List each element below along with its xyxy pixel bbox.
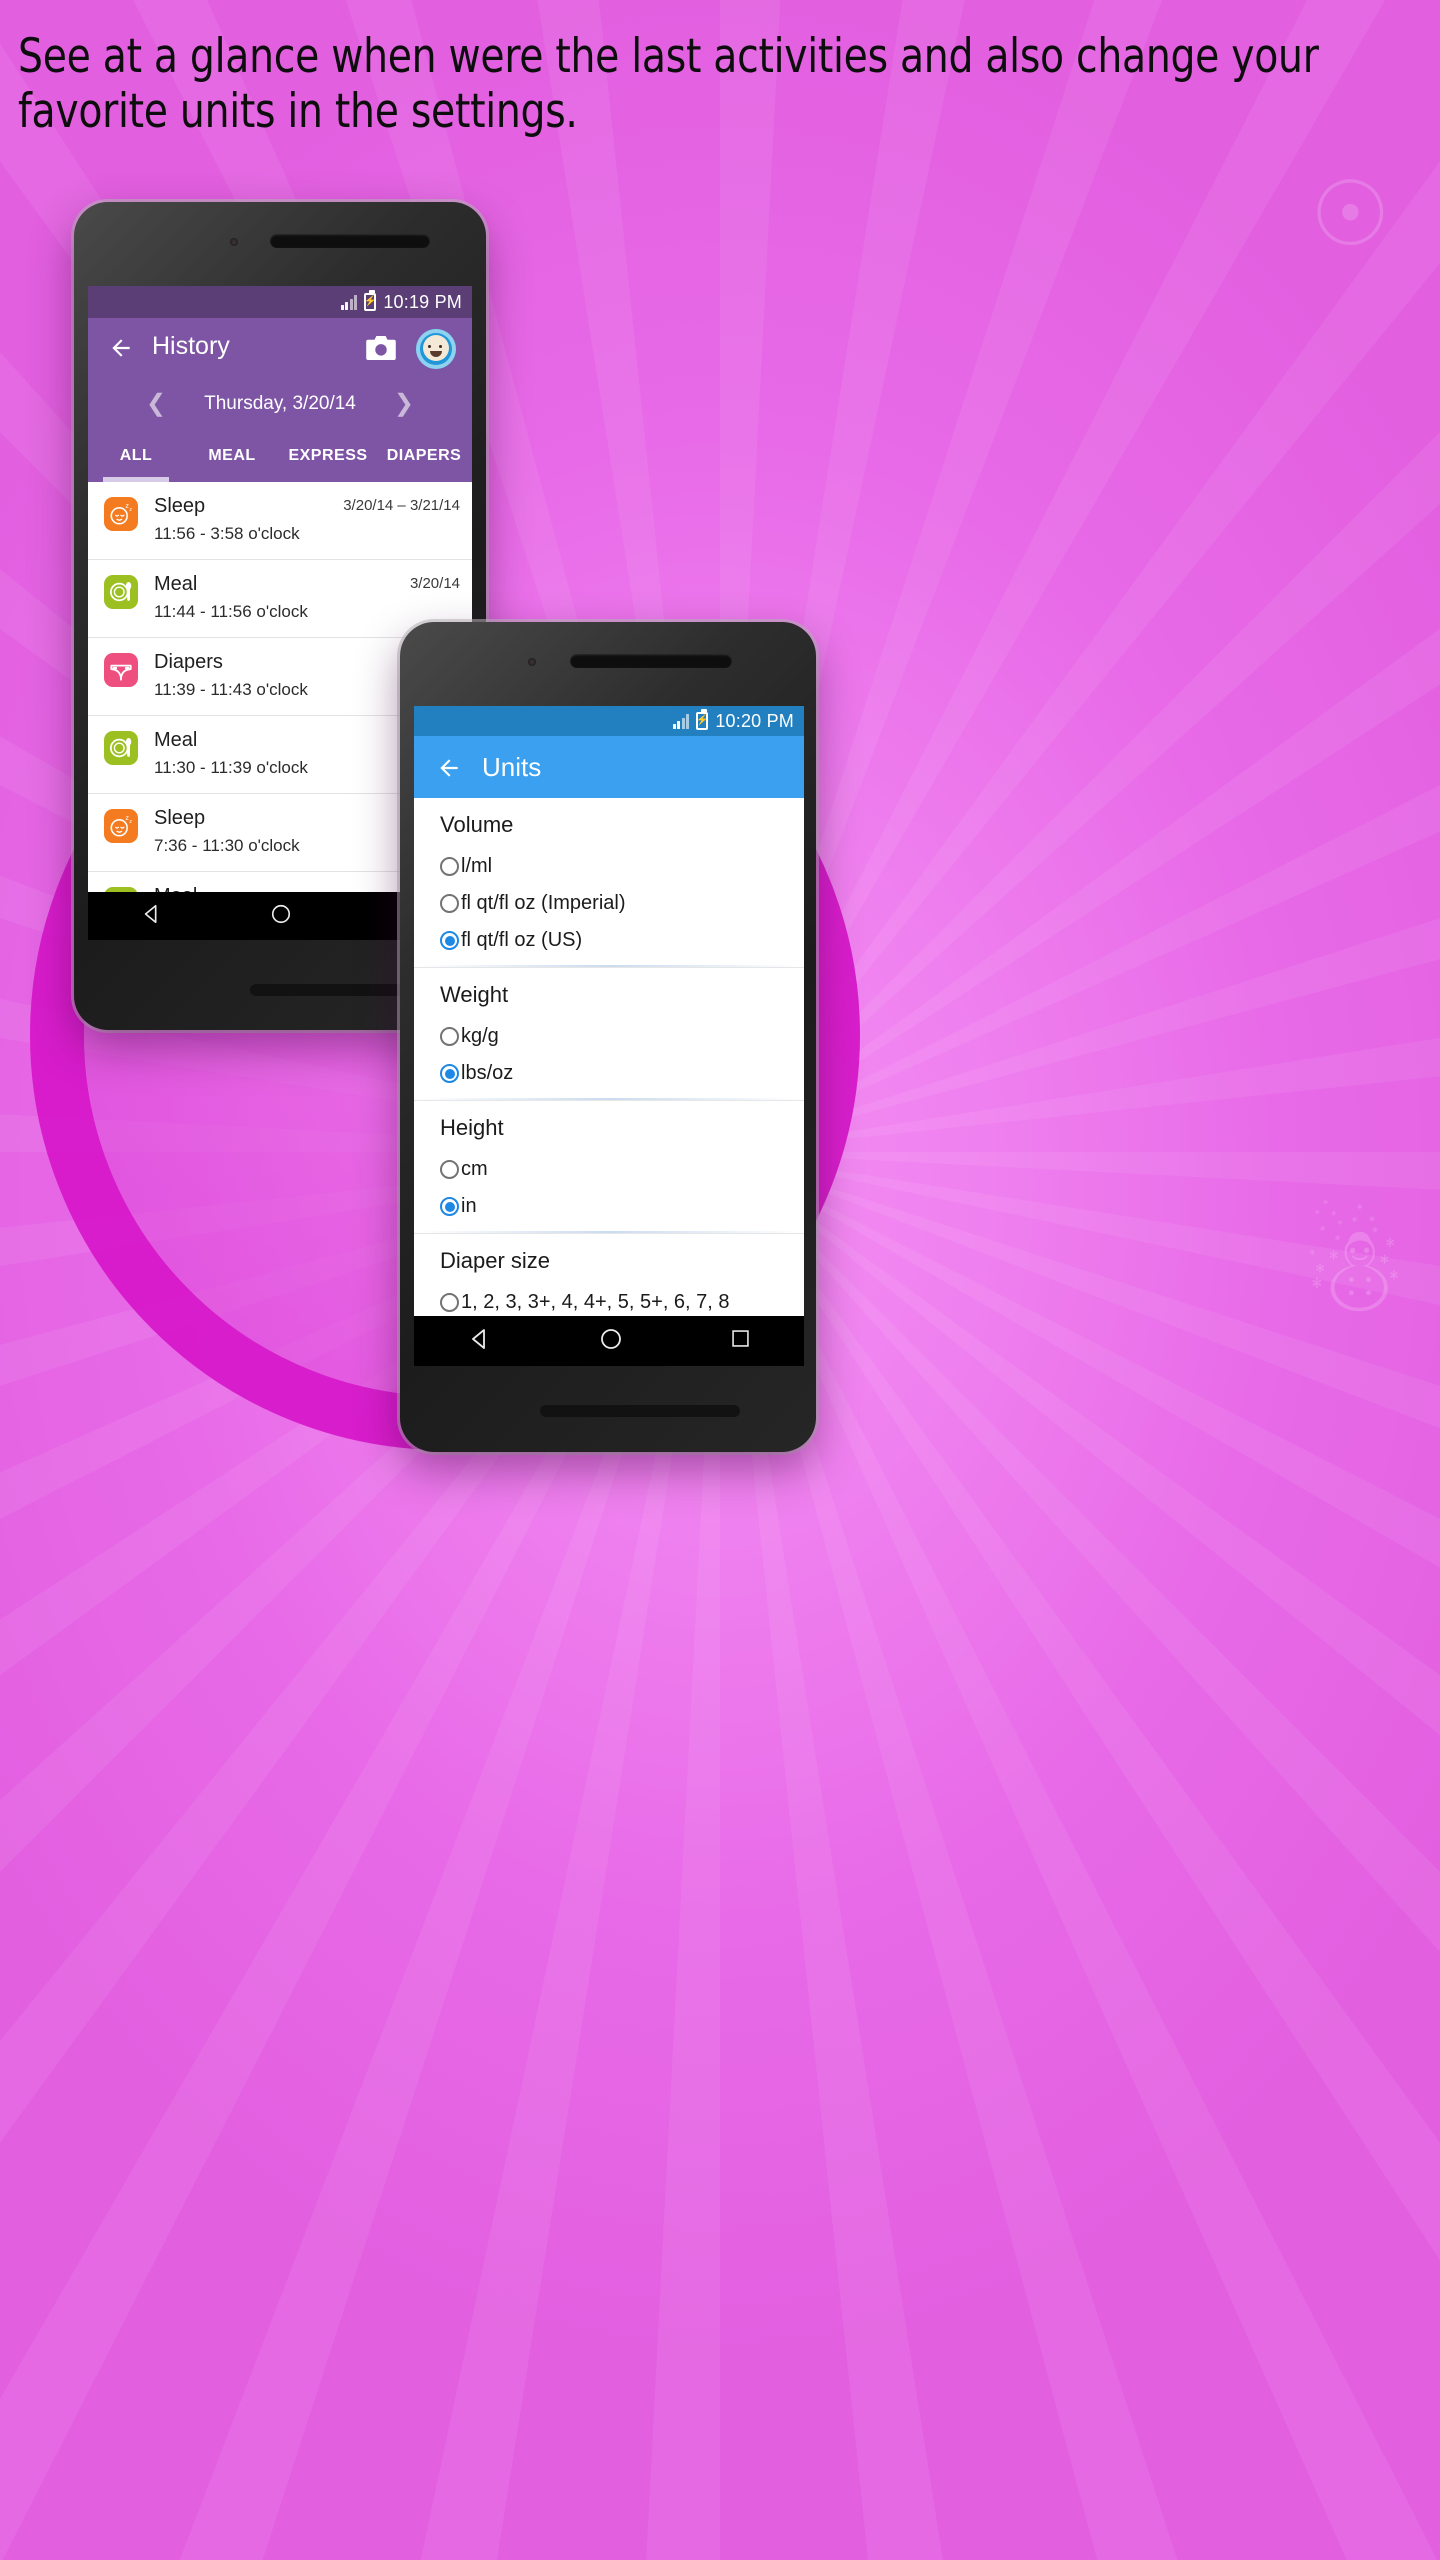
radio-label: fl qt/fl oz (Imperial) xyxy=(461,892,626,914)
history-current-date: Thursday, 3/20/14 xyxy=(204,393,356,414)
history-date-navigator: ❮ Thursday, 3/20/14 ❯ xyxy=(88,378,472,430)
earpiece-speaker xyxy=(270,234,430,248)
radio-label: kg/g xyxy=(461,1025,499,1047)
units-status-bar: ⚡ 10:20 PM xyxy=(414,706,804,736)
section-header-diaper-size: Diaper size xyxy=(440,1248,551,1273)
radio-option-weight-lbsoz[interactable]: lbs/oz xyxy=(414,1055,804,1092)
watermark-bottle-icon: ☉ xyxy=(1310,165,1391,265)
camera-icon[interactable] xyxy=(366,336,396,360)
history-row-title: Meal xyxy=(154,885,197,892)
status-clock: 10:20 PM xyxy=(715,710,794,731)
front-camera-icon xyxy=(528,658,536,666)
arrow-back-icon[interactable] xyxy=(108,335,134,361)
history-row-title: Meal xyxy=(154,573,198,595)
radio-unchecked-icon xyxy=(440,894,459,913)
history-title: History xyxy=(152,332,230,360)
baby-face xyxy=(423,335,449,361)
diaper-icon xyxy=(104,653,138,687)
arrow-back-icon[interactable] xyxy=(436,755,462,781)
tab-all[interactable]: ALL xyxy=(88,430,184,482)
nav-back-triangle-icon[interactable] xyxy=(141,903,163,930)
radio-label: 1, 2, 3, 3+, 4, 4+, 5, 5+, 6, 7, 8 xyxy=(461,1291,730,1313)
radio-label: fl qt/fl oz (US) xyxy=(461,929,583,951)
radio-unchecked-icon xyxy=(440,1027,459,1046)
history-row-time: 11:44 - 11:56 o'clock xyxy=(154,602,308,621)
svg-text:z: z xyxy=(129,507,132,513)
radio-checked-icon xyxy=(440,1197,459,1216)
chevron-left-icon[interactable]: ❮ xyxy=(146,392,166,416)
units-section-weight: Weight kg/g lbs/oz xyxy=(414,967,804,1101)
history-tab-bar: ALL MEAL EXPRESS DIAPERS xyxy=(88,430,472,482)
meal-icon xyxy=(104,731,138,765)
history-app-bar: History xyxy=(88,318,472,378)
units-section-diaper-size: Diaper size 1, 2, 3, 3+, 4, 4+, 5, 5+, 6… xyxy=(414,1233,804,1316)
front-camera-icon xyxy=(230,238,238,246)
phone-units-device: ⚡ 10:20 PM Units Volume l/ml fl qt/fl oz… xyxy=(400,622,816,1452)
radio-unchecked-icon xyxy=(440,857,459,876)
nav-home-circle-icon[interactable] xyxy=(270,903,292,930)
history-status-bar: ⚡ 10:19 PM xyxy=(88,286,472,318)
android-nav-bar xyxy=(414,1316,804,1366)
history-row-date: 3/20/14 xyxy=(409,575,460,592)
chevron-right-icon[interactable]: ❯ xyxy=(394,392,414,416)
section-header-volume: Volume xyxy=(440,812,514,837)
battery-charging-icon: ⚡ xyxy=(696,709,709,730)
history-row-title: Diapers xyxy=(154,651,223,673)
units-title: Units xyxy=(482,752,542,782)
sleep-icon: z z xyxy=(104,809,138,843)
nav-home-circle-icon[interactable] xyxy=(599,1327,623,1356)
meal-icon xyxy=(104,575,138,609)
units-app-bar: Units xyxy=(414,736,804,798)
radio-option-height-in[interactable]: in xyxy=(414,1188,804,1225)
status-clock: 10:19 PM xyxy=(383,291,462,312)
sleep-icon: z z xyxy=(104,497,138,531)
device-bottom-bar xyxy=(540,1405,740,1417)
svg-text:z: z xyxy=(129,819,132,825)
units-settings-list[interactable]: Volume l/ml fl qt/fl oz (Imperial) fl qt… xyxy=(414,798,804,1316)
units-section-height: Height cm in xyxy=(414,1100,804,1234)
radio-option-volume-lml[interactable]: l/ml xyxy=(414,848,804,885)
tab-diapers[interactable]: DIAPERS xyxy=(376,430,472,482)
history-row-time: 7:36 - 11:30 o'clock xyxy=(154,836,300,855)
page-title: See at a glance when were the last activ… xyxy=(18,29,1319,139)
history-row-title: Sleep xyxy=(154,807,206,829)
battery-charging-icon: ⚡ xyxy=(364,290,377,311)
radio-label: l/ml xyxy=(461,855,493,877)
baby-avatar-icon[interactable] xyxy=(416,329,456,369)
radio-checked-icon xyxy=(440,1064,459,1083)
history-row[interactable]: z z Sleep 11:56 - 3:58 o'clock 3/20/14 –… xyxy=(88,482,472,560)
watermark-bottle-icon-2: ☃ xyxy=(1300,1203,1408,1337)
history-row-time: 11:56 - 3:58 o'clock xyxy=(154,524,300,543)
section-header-weight: Weight xyxy=(440,982,509,1007)
nav-recents-square-icon[interactable] xyxy=(730,1328,751,1354)
radio-unchecked-icon xyxy=(440,1293,459,1312)
history-row-title: Meal xyxy=(154,729,198,751)
history-row-title: Sleep xyxy=(154,495,206,517)
units-section-volume: Volume l/ml fl qt/fl oz (Imperial) fl qt… xyxy=(414,798,804,968)
radio-option-weight-kgg[interactable]: kg/g xyxy=(414,1018,804,1055)
history-row-time: 11:39 - 11:43 o'clock xyxy=(154,680,308,699)
units-screen: ⚡ 10:20 PM Units Volume l/ml fl qt/fl oz… xyxy=(414,706,804,1366)
radio-checked-icon xyxy=(440,931,459,950)
nav-back-triangle-icon[interactable] xyxy=(468,1327,492,1356)
history-row-time: 11:30 - 11:39 o'clock xyxy=(154,758,308,777)
radio-label: lbs/oz xyxy=(461,1062,514,1084)
radio-label: cm xyxy=(461,1158,488,1180)
signal-bars-icon xyxy=(340,294,358,310)
signal-bars-icon xyxy=(672,713,690,729)
radio-option-height-cm[interactable]: cm xyxy=(414,1151,804,1188)
tab-meal[interactable]: MEAL xyxy=(184,430,280,482)
radio-option-diaper-extended[interactable]: 1, 2, 3, 3+, 4, 4+, 5, 5+, 6, 7, 8 xyxy=(414,1284,804,1316)
radio-unchecked-icon xyxy=(440,1160,459,1179)
radio-option-volume-imperial[interactable]: fl qt/fl oz (Imperial) xyxy=(414,885,804,922)
tab-express[interactable]: EXPRESS xyxy=(280,430,376,482)
earpiece-speaker xyxy=(570,654,732,668)
history-row[interactable]: Meal 11:44 - 11:56 o'clock 3/20/14 xyxy=(88,560,472,638)
radio-label: in xyxy=(461,1195,477,1217)
history-row-date: 3/20/14 – 3/21/14 xyxy=(343,497,460,514)
radio-option-volume-us[interactable]: fl qt/fl oz (US) xyxy=(414,922,804,959)
section-header-height: Height xyxy=(440,1115,504,1140)
